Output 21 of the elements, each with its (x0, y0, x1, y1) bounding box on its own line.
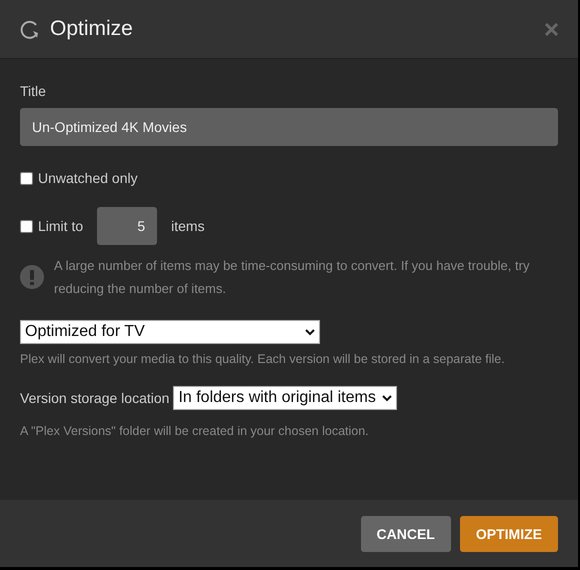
number-field[interactable]: 5 (97, 207, 158, 245)
hint-text: Plex will convert your media to this quality. Each version will be stored in a separate file. (20, 352, 506, 366)
optimize-button[interactable]: OPTIMIZE (460, 516, 558, 552)
checkbox-label: Limit to (38, 218, 84, 234)
checkbox[interactable] (20, 172, 33, 184)
title-field[interactable]: Un-Optimized 4K Movies (20, 108, 558, 146)
refresh-icon (20, 19, 40, 39)
warning-icon (20, 265, 44, 289)
unit-label: items (171, 218, 205, 234)
checkbox-label: Unwatched only (38, 170, 138, 186)
checkbox[interactable] (20, 220, 33, 232)
warning-text: A large number of items may be time-consuming to convert. If you have trouble, try reducing the number of items. (54, 257, 530, 298)
dialog-title: Optimize (50, 17, 134, 41)
quality-dropdown[interactable]: Optimized for TV (20, 320, 320, 344)
field-label: Version storage location (20, 390, 170, 406)
cancel-button[interactable]: CANCEL (360, 516, 451, 552)
caret-icon (305, 328, 315, 336)
field-label: Title (20, 83, 47, 99)
storage-dropdown[interactable]: In folders with original items (173, 386, 397, 410)
hint-text: A "Plex Versions" folder will be created in your chosen location. (20, 424, 370, 438)
caret-icon (382, 394, 392, 402)
